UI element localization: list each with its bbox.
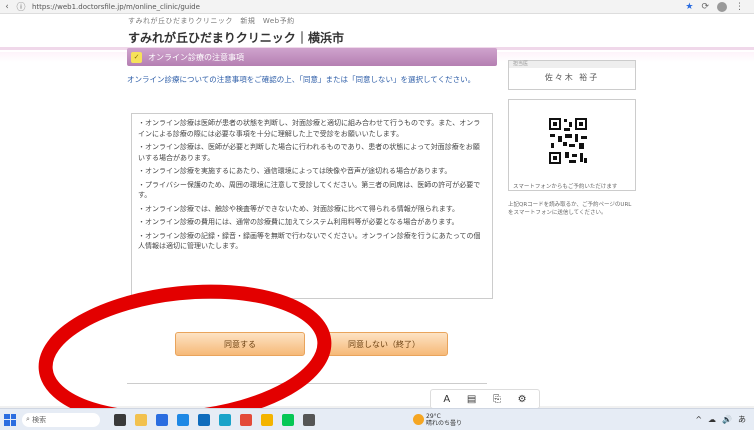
volume-icon[interactable]: 🔊 <box>722 415 732 424</box>
site-header: すみれが丘ひだまりクリニック 新規 Web予約 すみれが丘ひだまりクリニック ｜… <box>0 14 754 50</box>
qr-card: スマートフォンからもご予約いただけます <box>508 99 636 191</box>
chrome-icon[interactable] <box>240 413 252 426</box>
lead-text: オンライン診療についての注意事項をご確認の上、「同意」または「同意しない」を選択… <box>127 75 476 84</box>
browser-toolbar: ‹ ⓘ https://web1.doctorsfile.jp/m/online… <box>0 0 754 14</box>
disagree-button[interactable]: 同意しない（終了） <box>320 332 448 356</box>
store-icon[interactable] <box>156 413 168 426</box>
city-label: ｜横浜市 <box>296 31 345 45</box>
notice-list: オンライン診療は医師が患者の状態を判断し、対面診療と適切に組み合わせて行うもので… <box>138 118 486 252</box>
notice-item: オンライン診療の費用には、通常の診療費に加えてシステム利用料等が必要となる場合が… <box>138 217 486 228</box>
chrome-app-icon[interactable] <box>261 413 273 426</box>
weather-temp: 29°C <box>426 412 441 420</box>
notice-item: オンライン診療を実施するにあたり、通信環境によっては映像や音声が途切れる場合があ… <box>138 166 486 177</box>
bookmark-star-icon[interactable]: ★ <box>685 2 693 12</box>
taskbar-apps <box>114 413 315 426</box>
section-heading-bar: ✓ オンライン診療の注意事項 <box>127 48 497 66</box>
windows-start-icon[interactable] <box>4 413 16 426</box>
floating-toolbar: A ▤ ⎘ ⚙ <box>430 389 540 409</box>
taskbar: ⌕ 検索 29°C 晴れのち曇り ^ ☁ 🔊 あ <box>0 408 754 430</box>
ime-icon[interactable]: あ <box>738 414 746 425</box>
address-bar[interactable]: https://web1.doctorsfile.jp/m/online_cli… <box>32 3 592 11</box>
notice-icon: ✓ <box>131 51 142 63</box>
task-view-icon[interactable] <box>114 413 126 426</box>
info-icon[interactable]: ⓘ <box>14 0 28 13</box>
line-icon[interactable] <box>282 413 294 426</box>
clinic-title[interactable]: すみれが丘ひだまりクリニック <box>128 29 296 46</box>
font-icon[interactable]: A <box>443 394 450 405</box>
qr-caption: スマートフォンからもご予約いただけます <box>513 184 618 190</box>
back-arrow-icon[interactable]: ‹ <box>0 2 14 12</box>
tray-chevron-icon[interactable]: ^ <box>695 415 702 424</box>
search-label: 検索 <box>32 415 47 424</box>
copy-icon[interactable]: ⎘ <box>493 394 501 405</box>
edge-icon[interactable] <box>219 413 231 426</box>
doctor-card-header: 担当医 <box>509 61 635 68</box>
doctor-name: 佐々木 裕子 <box>544 73 600 82</box>
main-content: ✓ オンライン診療の注意事項 オンライン診療についての注意事項をご確認の上、「同… <box>127 48 497 85</box>
sidebar-note: 上記QRコードを読み取るか、ご予約ページのURLをスマートフォンに送信してくださ… <box>508 202 632 216</box>
profile-avatar[interactable] <box>717 1 727 12</box>
qr-code-icon <box>547 116 589 166</box>
cloud-icon[interactable]: ☁ <box>708 415 716 424</box>
weather-desc: 晴れのち曇り <box>426 419 463 427</box>
notice-item: プライバシー保護のため、周囲の環境に注意して受診してください。第三者の同席は、医… <box>138 180 486 201</box>
notice-item: オンライン診療では、触診や検査等ができないため、対面診療に比べて得られる情報が限… <box>138 204 486 215</box>
agree-button[interactable]: 同意する <box>175 332 305 356</box>
doctor-card: 担当医 佐々木 裕子 <box>508 60 636 90</box>
settings-icon[interactable]: ⚙ <box>518 394 527 405</box>
notice-item: オンライン診療は医師が患者の状態を判断し、対面診療と適切に組み合わせて行うもので… <box>138 118 486 139</box>
mail-icon[interactable] <box>198 413 210 426</box>
notice-box[interactable]: オンライン診療は医師が患者の状態を判断し、対面診療と適切に組み合わせて行うもので… <box>131 113 493 299</box>
taskbar-search[interactable]: ⌕ 検索 <box>22 412 100 427</box>
header-subtitle: すみれが丘ひだまりクリニック 新規 Web予約 <box>128 17 295 25</box>
sun-icon <box>413 414 424 425</box>
document-icon[interactable]: ▤ <box>467 394 476 405</box>
menu-icon[interactable]: ⋮ <box>735 2 744 12</box>
sidebar: 担当医 佐々木 裕子 スマートフォンからもご予約いただけます 上記QRコードを読… <box>508 60 636 217</box>
sync-icon[interactable]: ⟳ <box>701 2 709 12</box>
file-explorer-icon[interactable] <box>135 413 147 426</box>
notice-item: オンライン診療の記録・録音・録画等を無断で行わないでください。オンライン診療を行… <box>138 231 486 252</box>
system-tray: ^ ☁ 🔊 あ <box>695 414 754 425</box>
photos-icon[interactable] <box>177 413 189 426</box>
divider <box>127 383 487 384</box>
notice-item: オンライン診療は、医師が必要と判断した場合に行われるものであり、患者の状態によっ… <box>138 142 486 163</box>
settings-app-icon[interactable] <box>303 413 315 426</box>
weather-widget[interactable]: 29°C 晴れのち曇り <box>413 413 462 427</box>
section-title: オンライン診療の注意事項 <box>148 52 244 62</box>
